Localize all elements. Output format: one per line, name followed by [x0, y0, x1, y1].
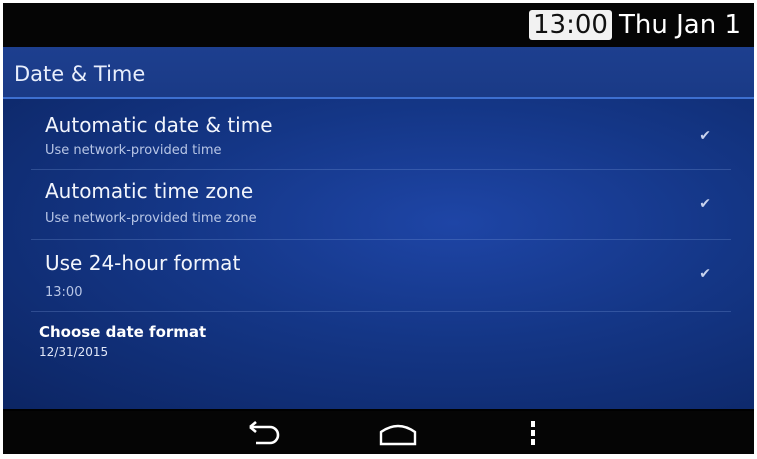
setting-use-24-hour-format[interactable]: Use 24-hour format 13:00 ✔ [31, 241, 731, 312]
status-bar: 13:00 Thu Jan 1 [3, 3, 754, 47]
setting-automatic-date-time[interactable]: Automatic date & time Use network-provid… [31, 107, 731, 170]
home-button[interactable] [358, 411, 438, 454]
page-header: Date & Time [3, 47, 754, 99]
setting-title: Automatic date & time [45, 113, 273, 137]
setting-title: Use 24-hour format [45, 251, 241, 275]
checkmark-icon[interactable]: ✔ [699, 127, 711, 144]
checkmark-icon[interactable]: ✔ [699, 265, 711, 282]
setting-title: Choose date format [39, 323, 207, 341]
status-date: Thu Jan 1 [619, 10, 741, 40]
menu-button[interactable] [503, 411, 563, 454]
settings-list: Automatic date & time Use network-provid… [3, 99, 754, 409]
setting-subtitle: 12/31/2015 [39, 345, 109, 359]
status-time: 13:00 [529, 10, 612, 40]
navigation-bar [3, 411, 754, 454]
setting-choose-date-format[interactable]: Choose date format 12/31/2015 [31, 313, 731, 369]
checkmark-icon[interactable]: ✔ [699, 195, 711, 212]
back-icon [249, 420, 280, 444]
menu-icon [531, 420, 535, 445]
setting-title: Automatic time zone [45, 179, 254, 203]
back-button[interactable] [223, 411, 303, 454]
android-screen: 13:00 Thu Jan 1 Date & Time Automatic da… [3, 3, 754, 454]
home-icon [379, 424, 417, 445]
setting-automatic-time-zone[interactable]: Automatic time zone Use network-provided… [31, 171, 731, 240]
page-title: Date & Time [14, 62, 146, 86]
setting-subtitle: Use network-provided time [45, 143, 222, 158]
setting-subtitle: Use network-provided time zone [45, 211, 257, 226]
setting-subtitle: 13:00 [45, 285, 83, 300]
